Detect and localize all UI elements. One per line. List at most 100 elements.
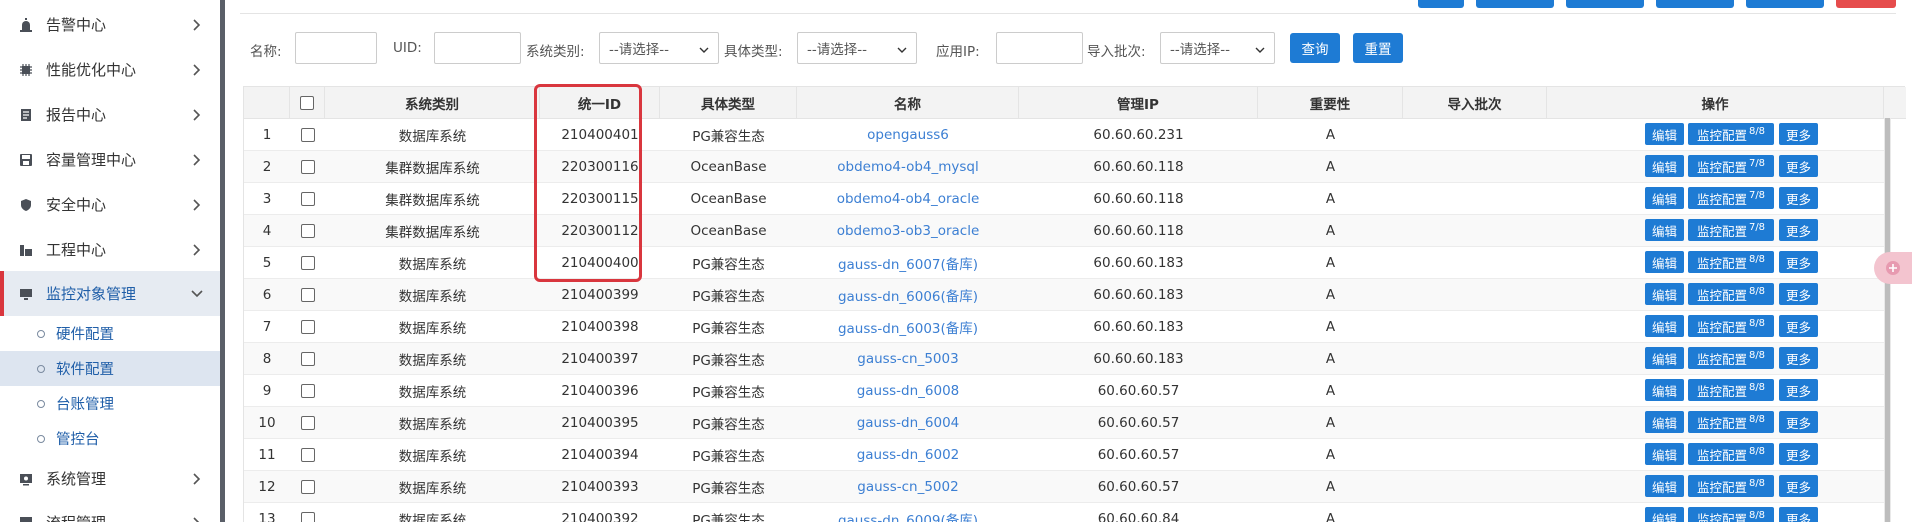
sidebar-item-performance[interactable]: 性能优化中心 [0,47,220,92]
th-mgmt-ip[interactable]: 管理IP [1019,87,1258,118]
sidebar-subitem-ledger[interactable]: 台账管理 [0,386,220,421]
select-all-checkbox[interactable] [300,95,314,110]
cell-name-link[interactable]: gauss-dn_6002 [797,439,1019,470]
table-row[interactable]: 3 集群数据库系统 220300115 OceanBase obdemo4-ob4_or… [244,183,1884,215]
monitor-config-button[interactable]: 监控配置 7/8 [1688,219,1774,241]
edit-button[interactable]: 编辑 [1645,187,1684,209]
cell-name-link[interactable]: gauss-dn_6004 [797,407,1019,438]
table-row[interactable]: 12 数据库系统 210400393 PG兼容生态 gauss-cn_5002 60.60… [244,471,1884,503]
cell-name-link[interactable]: gauss-cn_5002 [797,471,1019,502]
more-button[interactable]: 更多 [1779,315,1818,337]
sidebar-item-flow[interactable]: 流程管理 [0,500,220,522]
edit-button[interactable]: 编辑 [1645,475,1684,497]
th-specific-type[interactable]: 具体类型 [660,87,797,118]
more-button[interactable]: 更多 [1779,187,1818,209]
table-row[interactable]: 9 数据库系统 210400396 PG兼容生态 gauss-dn_6008 60.60.… [244,375,1884,407]
edit-button[interactable]: 编辑 [1645,443,1684,465]
row-checkbox[interactable] [300,447,315,462]
query-button[interactable]: 查询 [1290,33,1340,63]
edit-button[interactable]: 编辑 [1645,123,1684,145]
cell-name-link[interactable]: gauss-dn_6006(备库) [797,279,1019,310]
more-button[interactable]: 更多 [1779,251,1818,273]
cell-name-link[interactable]: gauss-dn_6009(备库) [797,503,1019,522]
table-row[interactable]: 4 集群数据库系统 220300112 OceanBase obdemo3-ob3_or… [244,215,1884,247]
more-button[interactable]: 更多 [1779,219,1818,241]
table-row[interactable]: 13 数据库系统 210400392 PG兼容生态 gauss-dn_6009(备库) 6… [244,503,1884,522]
monitor-config-button[interactable]: 监控配置 8/8 [1688,411,1774,433]
cell-name-link[interactable]: gauss-dn_6008 [797,375,1019,406]
monitor-config-button[interactable]: 监控配置 8/8 [1688,379,1774,401]
sidebar-item-system[interactable]: 系统管理 [0,456,220,501]
name-input[interactable] [295,32,377,64]
monitor-config-button[interactable]: 监控配置 8/8 [1688,507,1774,522]
more-button[interactable]: 更多 [1779,411,1818,433]
monitor-config-button[interactable]: 监控配置 8/8 [1688,347,1774,369]
more-button[interactable]: 更多 [1779,507,1818,522]
row-checkbox[interactable] [300,255,315,270]
table-row[interactable]: 8 数据库系统 210400397 PG兼容生态 gauss-cn_5003 60.60.… [244,343,1884,375]
app-ip-input[interactable] [996,32,1083,64]
monitor-config-button[interactable]: 监控配置 8/8 [1688,283,1774,305]
more-button[interactable]: 更多 [1779,155,1818,177]
scrollbar-thumb[interactable] [1885,118,1890,522]
table-row[interactable]: 5 数据库系统 210400400 PG兼容生态 gauss-dn_6007(备库) 60… [244,247,1884,279]
table-row[interactable]: 2 集群数据库系统 220300116 OceanBase obdemo4-ob4_my… [244,151,1884,183]
more-button[interactable]: 更多 [1779,379,1818,401]
table-row[interactable]: 10 数据库系统 210400395 PG兼容生态 gauss-dn_6004 60.60… [244,407,1884,439]
reset-button[interactable]: 重置 [1353,33,1403,63]
monitor-config-button[interactable]: 监控配置 8/8 [1688,251,1774,273]
sys-type-select[interactable]: --请选择-- [599,32,719,64]
sidebar-item-security[interactable]: 安全中心 [0,182,220,227]
sidebar-item-report[interactable]: 报告中心 [0,92,220,137]
th-importance[interactable]: 重要性 [1258,87,1403,118]
edit-button[interactable]: 编辑 [1645,283,1684,305]
more-button[interactable]: 更多 [1779,443,1818,465]
batch-select[interactable]: --请选择-- [1160,32,1275,64]
edit-button[interactable]: 编辑 [1645,411,1684,433]
toolbar-button[interactable] [1418,0,1464,8]
monitor-config-button[interactable]: 监控配置 8/8 [1688,123,1774,145]
row-checkbox[interactable] [300,159,315,174]
edit-button[interactable]: 编辑 [1645,347,1684,369]
table-row[interactable]: 7 数据库系统 210400398 PG兼容生态 gauss-dn_6003(备库) 60… [244,311,1884,343]
toolbar-button[interactable] [1746,0,1824,8]
monitor-config-button[interactable]: 监控配置 7/8 [1688,187,1774,209]
toolbar-button[interactable] [1656,0,1734,8]
th-name[interactable]: 名称 [797,87,1019,118]
edit-button[interactable]: 编辑 [1645,507,1684,522]
sidebar-item-project[interactable]: 工程中心 [0,227,220,272]
row-checkbox[interactable] [300,127,315,142]
table-row[interactable]: 1 数据库系统 210400401 PG兼容生态 opengauss6 60.60.60.… [244,119,1884,151]
table-row[interactable]: 11 数据库系统 210400394 PG兼容生态 gauss-dn_6002 60.60… [244,439,1884,471]
edit-button[interactable]: 编辑 [1645,315,1684,337]
cell-name-link[interactable]: obdemo4-ob4_oracle [797,183,1019,214]
sidebar-subitem-hardware[interactable]: 硬件配置 [0,316,220,351]
row-checkbox[interactable] [300,223,315,238]
edit-button[interactable]: 编辑 [1645,155,1684,177]
row-checkbox[interactable] [300,351,315,366]
more-button[interactable]: 更多 [1779,347,1818,369]
toolbar-delete-button[interactable] [1836,0,1896,8]
sidebar-subitem-software[interactable]: 软件配置 [0,351,220,386]
edit-button[interactable]: 编辑 [1645,251,1684,273]
more-button[interactable]: 更多 [1779,475,1818,497]
table-row[interactable]: 6 数据库系统 210400399 PG兼容生态 gauss-dn_6006(备库) 60… [244,279,1884,311]
cell-name-link[interactable]: obdemo4-ob4_mysql [797,151,1019,182]
cell-name-link[interactable]: gauss-dn_6007(备库) [797,247,1019,278]
monitor-config-button[interactable]: 监控配置 8/8 [1688,475,1774,497]
row-checkbox[interactable] [300,383,315,398]
edit-button[interactable]: 编辑 [1645,379,1684,401]
cell-name-link[interactable]: obdemo3-ob3_oracle [797,215,1019,246]
floating-assistant-icon[interactable] [1874,252,1912,284]
row-checkbox[interactable] [300,479,315,494]
toolbar-button[interactable] [1566,0,1644,8]
more-button[interactable]: 更多 [1779,283,1818,305]
monitor-config-button[interactable]: 监控配置 8/8 [1688,315,1774,337]
th-uid[interactable]: 统一ID [540,87,660,118]
row-checkbox[interactable] [300,511,315,522]
edit-button[interactable]: 编辑 [1645,219,1684,241]
specific-type-select[interactable]: --请选择-- [797,32,917,64]
cell-name-link[interactable]: gauss-dn_6003(备库) [797,311,1019,342]
sidebar-item-monitor-object[interactable]: 监控对象管理 [0,271,220,316]
row-checkbox[interactable] [300,319,315,334]
